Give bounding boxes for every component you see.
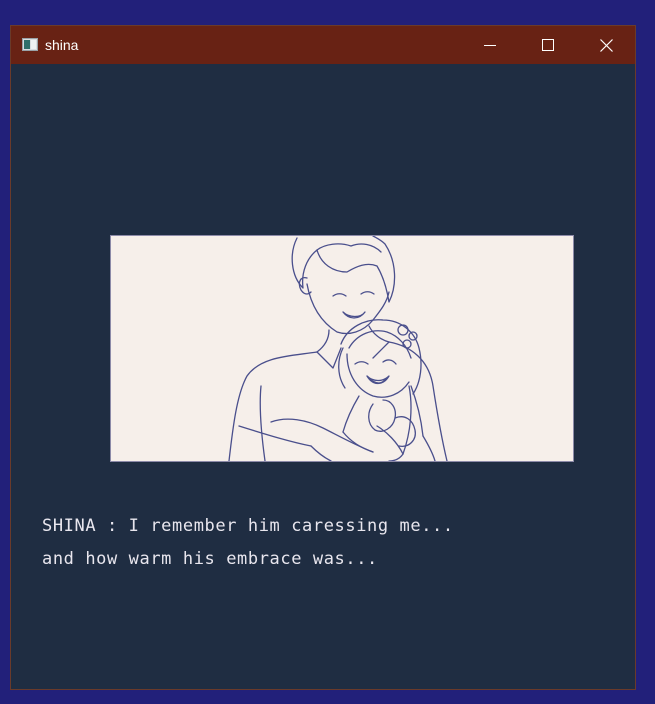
scene-illustration [110, 235, 574, 462]
embrace-illustration [228, 236, 448, 461]
minimize-icon [484, 45, 496, 46]
dialogue-box[interactable]: SHINA : I remember him caressing me... a… [42, 514, 454, 580]
app-icon [22, 38, 38, 51]
maximize-icon [542, 39, 554, 51]
dialogue-line-1: SHINA : I remember him caressing me... [42, 516, 454, 536]
window-title: shina [45, 37, 79, 53]
close-button[interactable] [577, 26, 635, 64]
maximize-button[interactable] [519, 26, 577, 64]
minimize-button[interactable] [461, 26, 519, 64]
close-icon [599, 38, 613, 52]
title-bar[interactable]: shina [11, 26, 635, 64]
game-window: shina SHINA: I remember him caressing m… [10, 25, 636, 690]
dialogue-line-2: and how warm his embrace was... [42, 549, 378, 569]
